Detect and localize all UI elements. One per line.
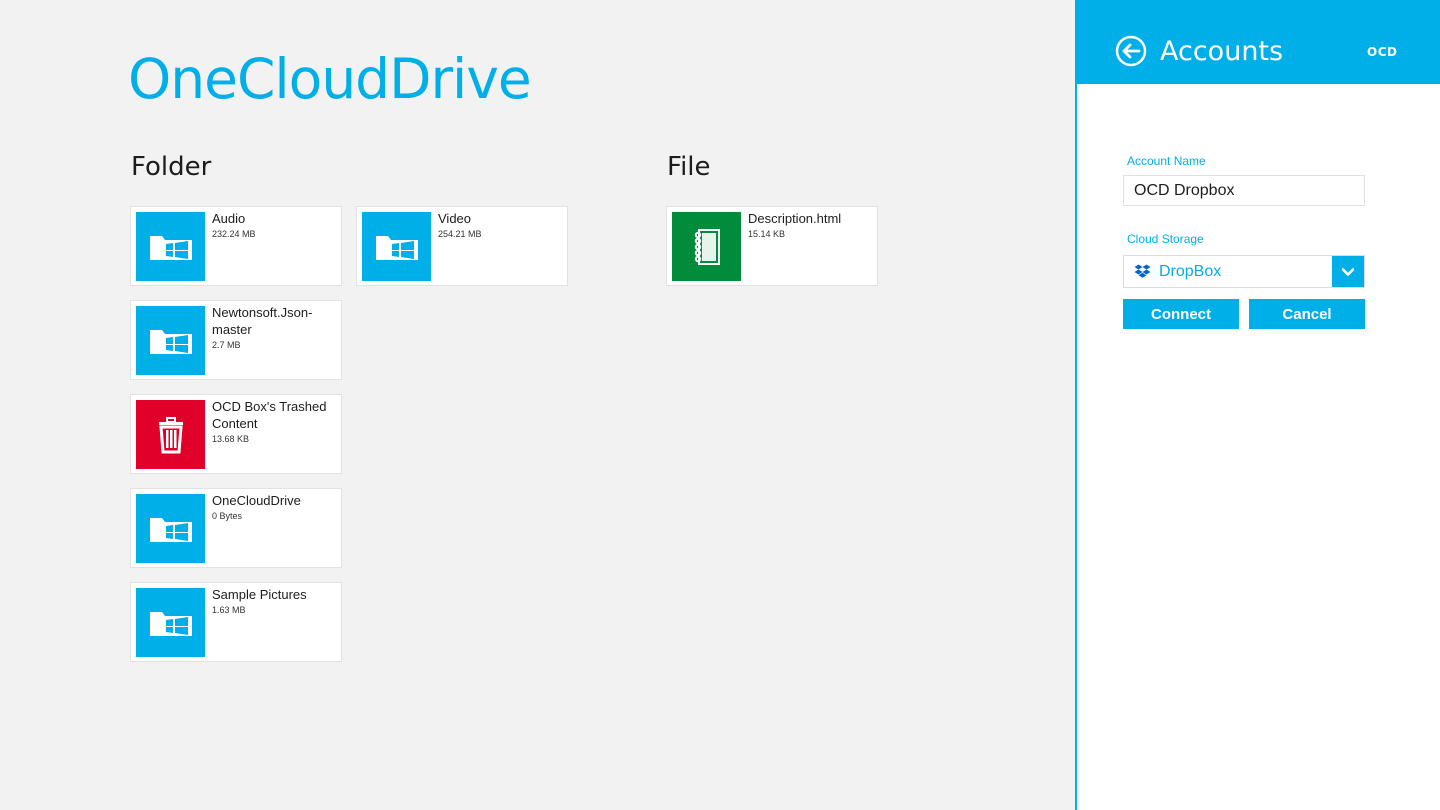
file-group-header[interactable]: File (667, 154, 711, 180)
folder-group-header[interactable]: Folder (131, 154, 211, 180)
ocd-logo: OCD (1367, 45, 1398, 59)
flyout-header: Accounts OCD (1077, 0, 1440, 84)
tile-name: Sample Pictures (212, 587, 307, 602)
tile-name: Newtonsoft.Json-master (212, 305, 313, 337)
tile-size: 2.7 MB (212, 340, 241, 350)
tile-name: OneCloudDrive (212, 493, 301, 508)
tile-size: 1.63 MB (212, 605, 246, 615)
tile-size: 15.14 KB (748, 229, 786, 239)
app-title: OneCloudDrive (128, 47, 532, 111)
file-tile-description[interactable]: Description.html 15.14 KB (666, 206, 878, 286)
folder-windows-icon (136, 494, 205, 563)
tile-name: Audio (212, 211, 246, 226)
cancel-button[interactable]: Cancel (1249, 299, 1365, 329)
trash-icon (136, 400, 205, 469)
chevron-down-icon[interactable] (1332, 256, 1364, 287)
folder-windows-icon (136, 588, 205, 657)
tile-size: 232.24 MB (212, 229, 256, 239)
account-name-label: Account Name (1127, 154, 1206, 168)
folder-tile-onecloudrive[interactable]: OneCloudDrive 0 Bytes (130, 488, 342, 568)
folder-tile-newtonsoft[interactable]: Newtonsoft.Json-master 2.7 MB (130, 300, 342, 380)
folder-windows-icon (136, 306, 205, 375)
back-arrow-icon (1115, 35, 1147, 71)
flyout-title: Accounts (1160, 36, 1284, 67)
notebook-icon (672, 212, 741, 281)
back-button[interactable] (1115, 35, 1147, 71)
tile-name: Video (438, 211, 472, 226)
tile-size: 0 Bytes (212, 511, 243, 521)
folder-tile-audio[interactable]: Audio 232.24 MB (130, 206, 342, 286)
cloud-storage-value: DropBox (1159, 263, 1222, 280)
dropbox-icon (1134, 264, 1151, 279)
account-name-input[interactable] (1123, 175, 1365, 206)
tile-name: OCD Box's Trashed Content (212, 399, 327, 431)
tile-size: 254.21 MB (438, 229, 482, 239)
cloud-storage-select[interactable]: DropBox (1123, 255, 1365, 288)
tile-name: Description.html (748, 211, 842, 226)
folder-windows-icon (136, 212, 205, 281)
folder-tile-trashed-content[interactable]: OCD Box's Trashed Content 13.68 KB (130, 394, 342, 474)
folder-tile-video[interactable]: Video 254.21 MB (356, 206, 568, 286)
cloud-storage-label: Cloud Storage (1127, 232, 1204, 246)
folder-tile-sample-pictures[interactable]: Sample Pictures 1.63 MB (130, 582, 342, 662)
connect-button[interactable]: Connect (1123, 299, 1239, 329)
folder-windows-icon (362, 212, 431, 281)
tile-size: 13.68 KB (212, 434, 250, 444)
accounts-flyout: Accounts OCD Account Name Cloud Storage … (1077, 0, 1440, 810)
